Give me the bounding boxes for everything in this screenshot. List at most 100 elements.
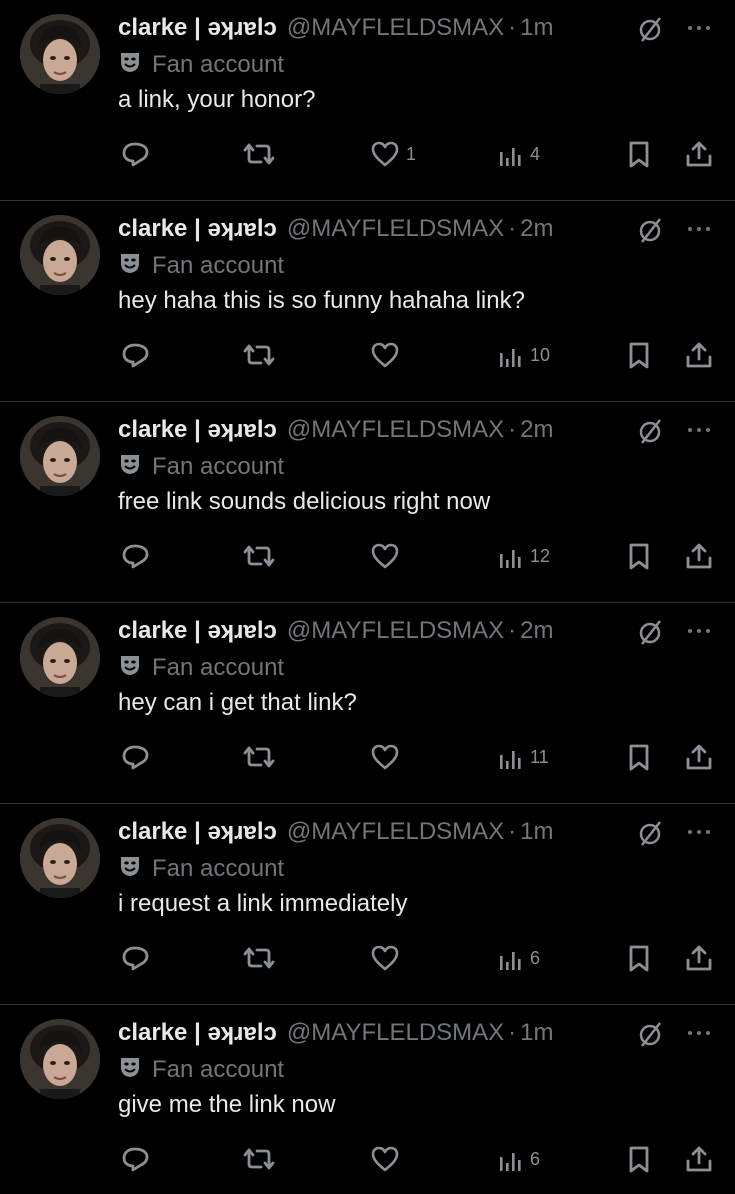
user-handle[interactable]: @MAYFLELDSMAX <box>287 1019 504 1047</box>
heart-icon <box>370 340 400 370</box>
like-count: 1 <box>406 143 417 164</box>
user-handle[interactable]: @MAYFLELDSMAX <box>287 818 504 846</box>
display-name[interactable]: clarke | ǝʞɹɐlɔ <box>118 416 277 444</box>
share-button[interactable] <box>684 136 714 172</box>
like-button[interactable] <box>370 337 406 373</box>
bookmark-button[interactable] <box>626 136 652 172</box>
tweet-header: clarke | ǝʞɹɐlɔ @MAYFLELDSMAX · 2m <box>118 414 554 446</box>
bookmark-button[interactable] <box>626 739 652 775</box>
timestamp[interactable]: 1m <box>520 14 553 42</box>
reply-button[interactable] <box>120 337 150 373</box>
display-name[interactable]: clarke | ǝʞɹɐlɔ <box>118 1019 277 1047</box>
more-dots-icon[interactable] <box>684 619 714 643</box>
bookmark-button[interactable] <box>626 538 652 574</box>
views-button[interactable]: 11 <box>498 739 549 775</box>
bookmark-icon <box>626 541 652 571</box>
user-handle[interactable]: @MAYFLELDSMAX <box>287 14 504 42</box>
retweet-icon <box>242 139 276 169</box>
retweet-button[interactable] <box>242 136 276 172</box>
more-dots-icon[interactable] <box>684 1021 714 1045</box>
circle-slash-icon[interactable] <box>636 617 666 647</box>
timestamp[interactable]: 2m <box>520 617 553 645</box>
circle-slash-icon[interactable] <box>636 14 666 44</box>
tweet-header: clarke | ǝʞɹɐlɔ @MAYFLELDSMAX · 1m <box>118 1017 554 1049</box>
view-count: 6 <box>530 947 541 968</box>
tweet[interactable]: clarke | ǝʞɹɐlɔ @MAYFLELDSMAX · 1m Fan a… <box>0 0 735 201</box>
view-count: 12 <box>530 545 551 566</box>
reply-button[interactable] <box>120 136 150 172</box>
retweet-icon <box>242 1144 276 1174</box>
user-handle[interactable]: @MAYFLELDSMAX <box>287 215 504 243</box>
circle-slash-icon[interactable] <box>636 215 666 245</box>
reply-button[interactable] <box>120 940 150 976</box>
like-button[interactable] <box>370 739 406 775</box>
tweet[interactable]: clarke | ǝʞɹɐlɔ @MAYFLELDSMAX · 1m Fan a… <box>0 1005 735 1194</box>
more-dots-icon[interactable] <box>684 16 714 40</box>
views-button[interactable]: 6 <box>498 1141 540 1177</box>
tweet-header: clarke | ǝʞɹɐlɔ @MAYFLELDSMAX · 2m <box>118 615 554 647</box>
tweet-text: hey haha this is so funny hahaha link? <box>118 287 525 314</box>
tweet-header: clarke | ǝʞɹɐlɔ @MAYFLELDSMAX · 2m <box>118 213 554 245</box>
circle-slash-icon[interactable] <box>636 1019 666 1049</box>
views-button[interactable]: 12 <box>498 538 550 574</box>
avatar[interactable] <box>20 617 100 697</box>
tweet[interactable]: clarke | ǝʞɹɐlɔ @MAYFLELDSMAX · 2m Fan a… <box>0 603 735 804</box>
retweet-button[interactable] <box>242 1141 276 1177</box>
avatar[interactable] <box>20 818 100 898</box>
retweet-button[interactable] <box>242 337 276 373</box>
display-name[interactable]: clarke | ǝʞɹɐlɔ <box>118 14 277 42</box>
avatar[interactable] <box>20 14 100 94</box>
share-button[interactable] <box>684 739 714 775</box>
reply-button[interactable] <box>120 739 150 775</box>
tweet[interactable]: clarke | ǝʞɹɐlɔ @MAYFLELDSMAX · 2m Fan a… <box>0 402 735 603</box>
reply-button[interactable] <box>120 538 150 574</box>
more-dots-icon[interactable] <box>684 418 714 442</box>
like-button[interactable] <box>370 940 406 976</box>
display-name[interactable]: clarke | ǝʞɹɐlɔ <box>118 818 277 846</box>
share-button[interactable] <box>684 1141 714 1177</box>
display-name[interactable]: clarke | ǝʞɹɐlɔ <box>118 617 277 645</box>
bookmark-button[interactable] <box>626 940 652 976</box>
like-button[interactable]: 1 <box>370 136 416 172</box>
avatar[interactable] <box>20 215 100 295</box>
timestamp[interactable]: 2m <box>520 416 553 444</box>
views-button[interactable]: 6 <box>498 940 540 976</box>
circle-slash-icon[interactable] <box>636 416 666 446</box>
timestamp[interactable]: 1m <box>520 1019 553 1047</box>
avatar[interactable] <box>20 1019 100 1099</box>
reply-icon <box>120 742 150 772</box>
share-button[interactable] <box>684 538 714 574</box>
more-dots-icon[interactable] <box>684 217 714 241</box>
bookmark-button[interactable] <box>626 1141 652 1177</box>
retweet-button[interactable] <box>242 739 276 775</box>
bookmark-button[interactable] <box>626 337 652 373</box>
share-icon <box>684 139 714 169</box>
reply-button[interactable] <box>120 1141 150 1177</box>
share-button[interactable] <box>684 940 714 976</box>
views-button[interactable]: 4 <box>498 136 540 172</box>
like-button[interactable] <box>370 1141 406 1177</box>
views-button[interactable]: 10 <box>498 337 550 373</box>
share-button[interactable] <box>684 337 714 373</box>
share-icon <box>684 1144 714 1174</box>
more-dots-icon[interactable] <box>684 820 714 844</box>
reply-icon <box>120 541 150 571</box>
timestamp[interactable]: 1m <box>520 818 553 846</box>
retweet-icon <box>242 742 276 772</box>
tweet-header: clarke | ǝʞɹɐlɔ @MAYFLELDSMAX · 1m <box>118 12 554 44</box>
account-label: Fan account <box>118 452 284 482</box>
like-button[interactable] <box>370 538 406 574</box>
avatar[interactable] <box>20 416 100 496</box>
reply-icon <box>120 1144 150 1174</box>
user-handle[interactable]: @MAYFLELDSMAX <box>287 416 504 444</box>
bookmark-icon <box>626 340 652 370</box>
retweet-button[interactable] <box>242 538 276 574</box>
user-handle[interactable]: @MAYFLELDSMAX <box>287 617 504 645</box>
tweet[interactable]: clarke | ǝʞɹɐlɔ @MAYFLELDSMAX · 1m Fan a… <box>0 804 735 1005</box>
display-name[interactable]: clarke | ǝʞɹɐlɔ <box>118 215 277 243</box>
theater-mask-icon <box>118 653 152 684</box>
circle-slash-icon[interactable] <box>636 818 666 848</box>
retweet-button[interactable] <box>242 940 276 976</box>
timestamp[interactable]: 2m <box>520 215 553 243</box>
tweet[interactable]: clarke | ǝʞɹɐlɔ @MAYFLELDSMAX · 2m Fan a… <box>0 201 735 402</box>
